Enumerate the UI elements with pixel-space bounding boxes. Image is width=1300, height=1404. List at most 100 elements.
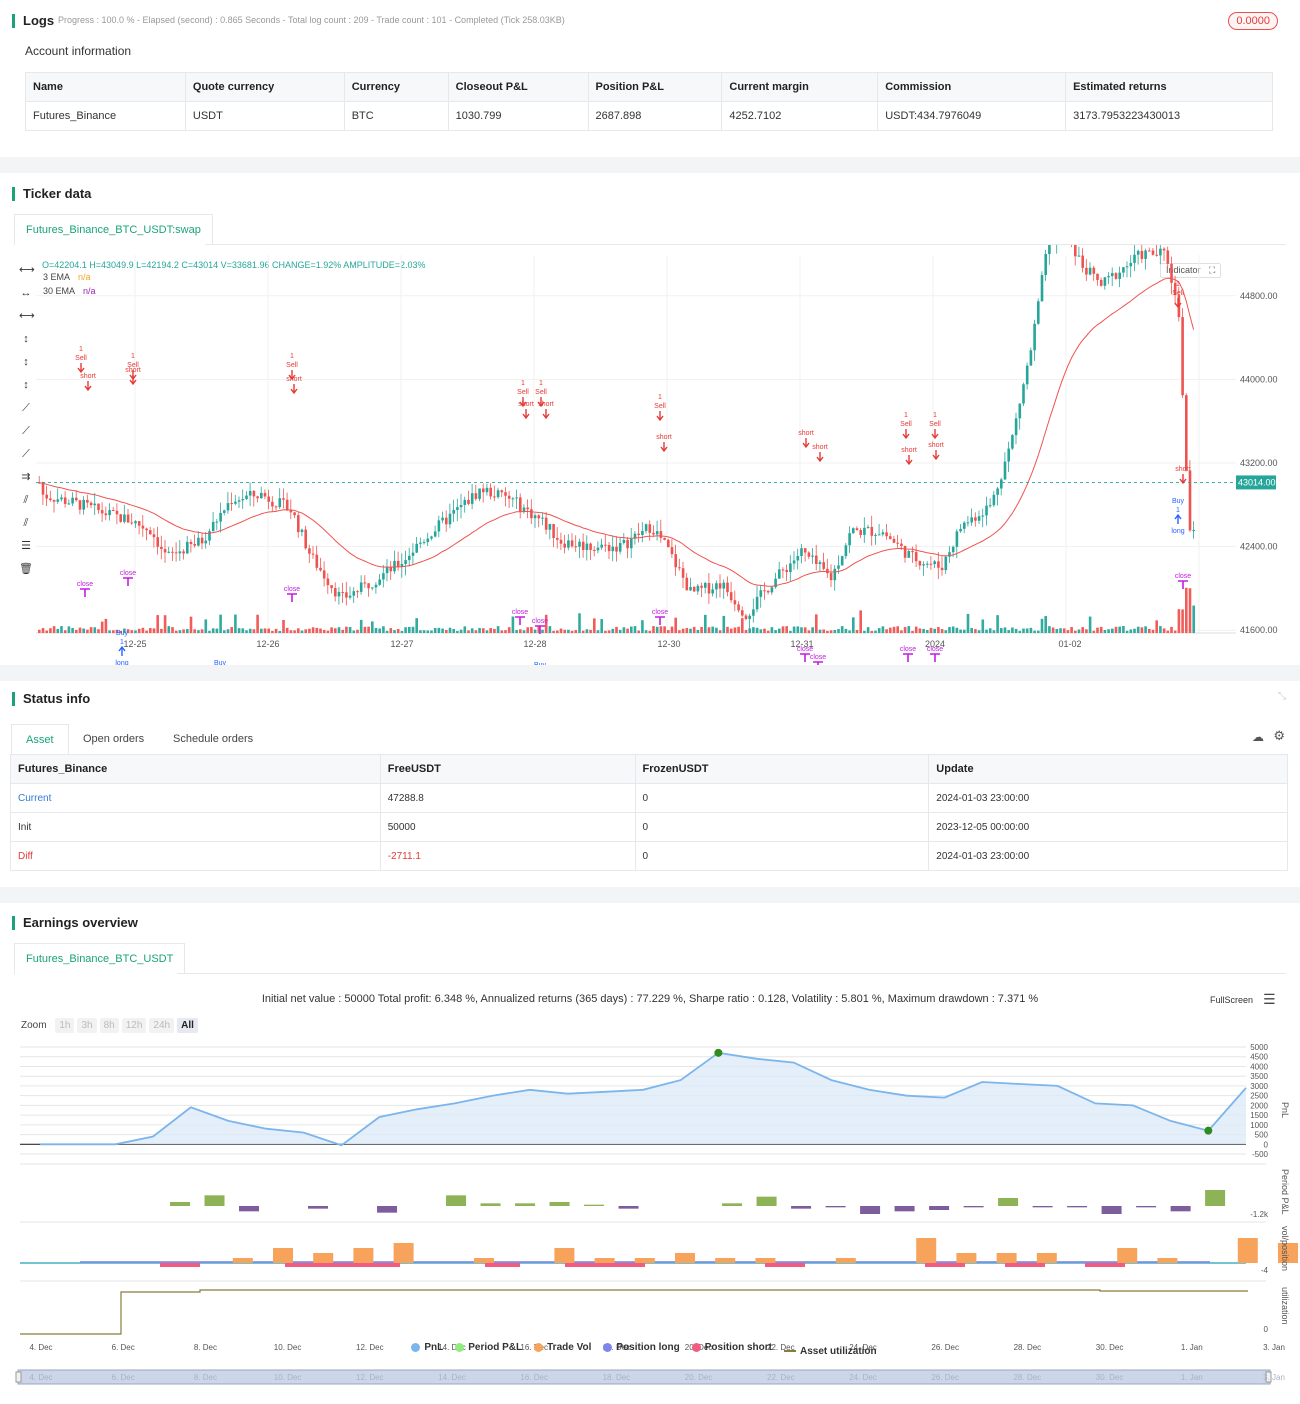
signal-qty-label: 1 xyxy=(539,380,543,387)
candle-body xyxy=(552,524,555,539)
legend-label: Trade Vol xyxy=(547,1342,592,1353)
volume-bar xyxy=(411,626,415,633)
candle-body xyxy=(1188,470,1192,531)
position-short-bar xyxy=(485,1263,520,1267)
tab-open-orders[interactable]: Open orders xyxy=(70,724,157,754)
legend-item[interactable]: Position long xyxy=(603,1342,680,1353)
volume-bar xyxy=(996,615,999,633)
candle-body xyxy=(589,543,592,550)
legend-dot-icon xyxy=(691,1343,701,1352)
candle-body xyxy=(311,553,315,555)
candle-body xyxy=(308,548,311,554)
candle-body xyxy=(56,499,60,502)
tab-asset[interactable]: Asset xyxy=(11,724,69,755)
volume-bar xyxy=(300,630,304,633)
candle-body xyxy=(722,582,726,589)
candle-body xyxy=(789,563,792,573)
volume-bar xyxy=(911,630,914,633)
candle-body xyxy=(604,544,607,546)
candle-body xyxy=(252,490,256,497)
collapse-icon[interactable]: ⤡ xyxy=(1278,691,1286,702)
legend-item[interactable]: Asset utilization xyxy=(783,1346,877,1357)
account-cell: BTC xyxy=(343,101,449,131)
candle-body xyxy=(396,560,400,567)
volume-bar xyxy=(1081,627,1084,633)
candle-body xyxy=(537,515,541,519)
asset-col-header: FreeUSDT xyxy=(379,754,636,784)
logs-badge[interactable]: 0.0000 xyxy=(1228,12,1278,30)
settings-gear-icon[interactable]: ⚙ xyxy=(1273,728,1285,744)
volume-bar xyxy=(667,630,670,633)
candle-body xyxy=(770,587,774,593)
volume-bar xyxy=(45,630,48,633)
signal-short-label: short xyxy=(812,444,828,451)
candle-body xyxy=(334,588,337,597)
volume-bar xyxy=(289,630,293,633)
volume-bar xyxy=(1148,628,1151,633)
earnings-tab[interactable]: Futures_Binance_BTC_USDT xyxy=(14,943,186,974)
ticker-tab[interactable]: Futures_Binance_BTC_USDT:swap xyxy=(14,214,213,245)
asset-cell[interactable]: Current xyxy=(10,783,381,813)
volume-bar xyxy=(260,628,263,633)
pnl-pane: 5000450040003500300025002000150010005000… xyxy=(20,1043,1269,1159)
sell-arrow-icon xyxy=(932,450,940,461)
trade-vol-bar xyxy=(232,1258,253,1263)
volume-bar xyxy=(652,626,655,633)
volume-bar xyxy=(1185,587,1188,633)
candle-body xyxy=(741,610,744,616)
volume-bar xyxy=(1133,628,1136,633)
volume-bar xyxy=(552,630,555,633)
volume-bar xyxy=(689,628,692,633)
candle-body xyxy=(256,496,259,499)
candle-body xyxy=(278,498,282,508)
navigator-tick-label: 20. Dec xyxy=(685,1373,713,1382)
candle-body xyxy=(174,552,178,554)
candle-body xyxy=(652,532,655,535)
volume-bar xyxy=(396,629,400,633)
signal-close-label: close xyxy=(1175,573,1191,580)
navigator[interactable]: 4. Dec 6. Dec 8. Dec 10. Dec 12. Dec 14. Dec 1… xyxy=(15,1369,1285,1385)
volume-bar xyxy=(178,630,182,633)
candle-body xyxy=(52,500,56,502)
volume-bar xyxy=(252,629,256,633)
volume-bar xyxy=(1111,628,1114,633)
candle-body xyxy=(1011,435,1014,449)
candle-body xyxy=(863,527,866,535)
candle-body xyxy=(504,492,507,496)
volume-bar xyxy=(71,627,74,633)
legend-item[interactable]: PnL xyxy=(411,1342,443,1353)
navigator-tick-label: 18. Dec xyxy=(603,1373,631,1382)
candle-body xyxy=(489,487,492,497)
period-pnl-bar xyxy=(1205,1190,1226,1206)
candle-body xyxy=(763,590,766,592)
volume-bar xyxy=(315,627,319,633)
candle-body xyxy=(733,600,737,605)
volume-bar xyxy=(581,630,585,633)
candle-body xyxy=(1007,448,1010,462)
volume-bar xyxy=(1162,628,1166,633)
legend-item[interactable]: Period P&L xyxy=(455,1342,522,1353)
candle-body xyxy=(974,517,977,521)
price-chart[interactable]: 46400.0045600.0044800.0044000.0043200.00… xyxy=(0,245,1300,665)
candle-body xyxy=(130,522,134,524)
tab-schedule-orders[interactable]: Schedule orders xyxy=(160,724,266,754)
pnl-tick-label: 1500 xyxy=(1250,1111,1268,1120)
asset-cell: Init xyxy=(10,812,381,842)
cloud-download-icon[interactable]: ☁ xyxy=(1252,730,1264,744)
legend-item[interactable]: Trade Vol xyxy=(534,1342,591,1353)
volume-bar xyxy=(60,626,63,633)
volume-bar xyxy=(711,626,714,633)
volume-bar xyxy=(815,614,818,633)
status-title: Status info xyxy=(12,692,90,706)
navigator-left-handle[interactable] xyxy=(15,1371,22,1383)
volume-bar xyxy=(470,628,474,633)
volume-bar xyxy=(1125,630,1129,633)
volume-bar xyxy=(800,627,803,633)
trade-vol-bar xyxy=(393,1243,414,1263)
price-tick-label: 43200.00 xyxy=(1240,458,1278,468)
candle-body xyxy=(1074,245,1077,257)
candle-body xyxy=(926,563,929,565)
legend-item[interactable]: Position short xyxy=(691,1342,772,1353)
candle-body xyxy=(204,540,208,544)
candle-body xyxy=(337,592,341,597)
